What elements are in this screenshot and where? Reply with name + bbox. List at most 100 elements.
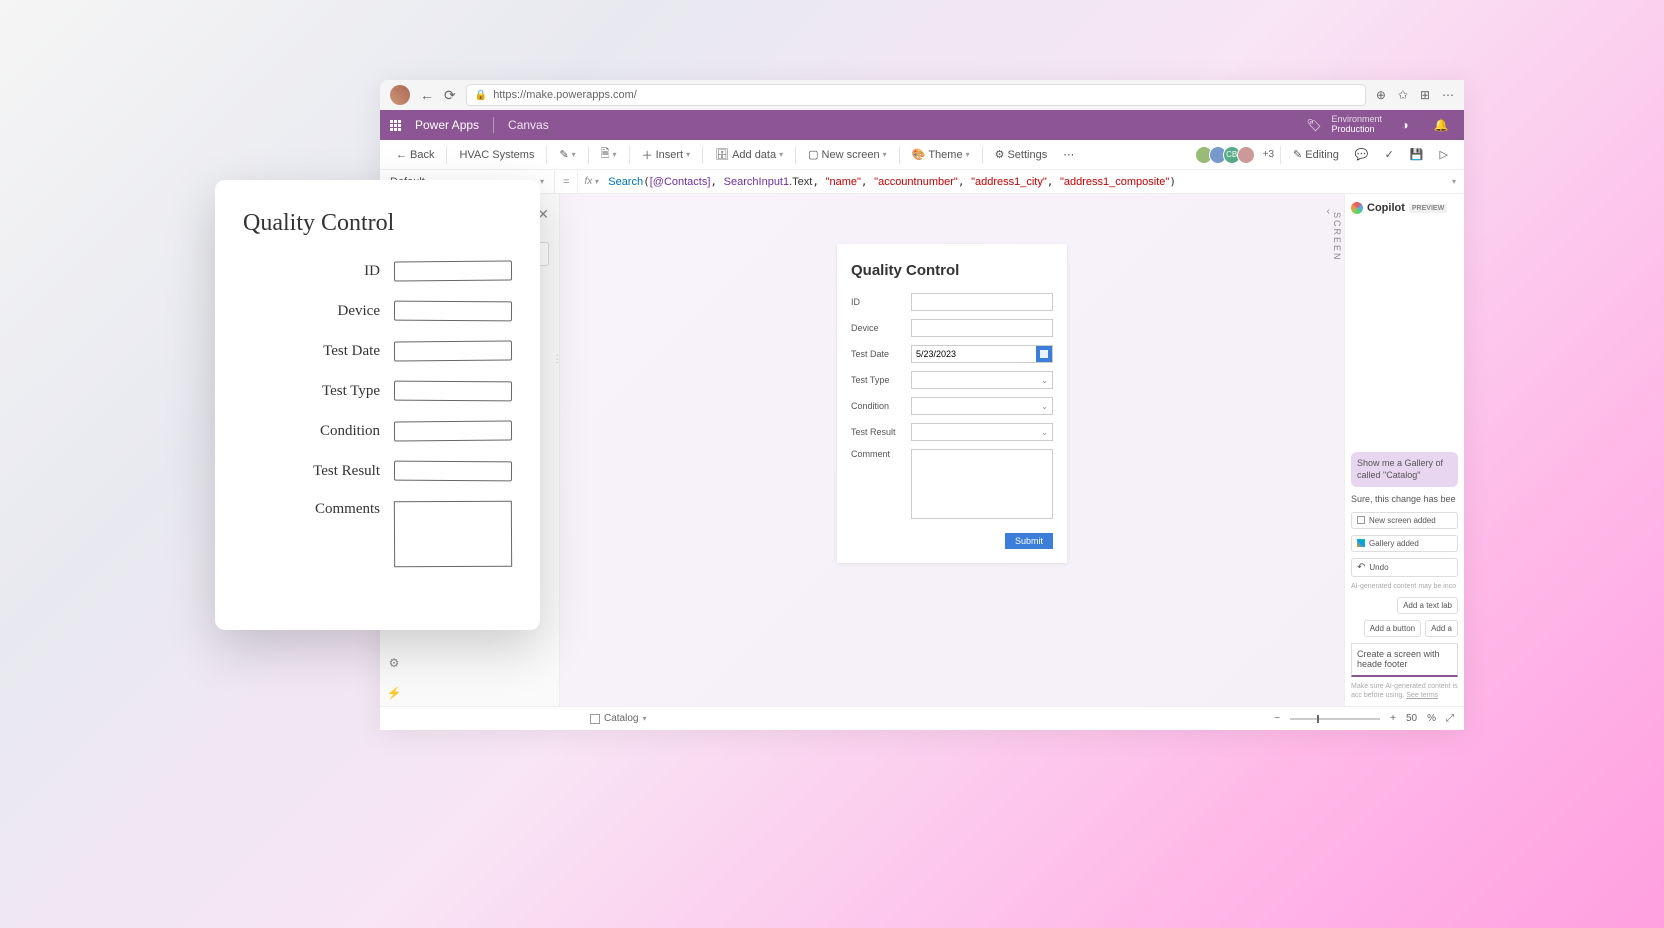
toolbar: ← Back HVAC Systems ✎ ▾ 🗎 ▾ ＋ Insert ▾ 🗄…: [380, 140, 1464, 170]
help-icon[interactable]: ◑: [1392, 112, 1418, 138]
notifications-icon[interactable]: 🔔: [1428, 112, 1454, 138]
env-label: Environment: [1331, 115, 1382, 125]
device-input[interactable]: [911, 319, 1053, 337]
read-aloud-icon[interactable]: ⊕: [1376, 88, 1386, 102]
editing-mode[interactable]: ✎ Editing: [1287, 145, 1345, 164]
test-type-label: Test Type: [851, 375, 903, 385]
browser-refresh-icon[interactable]: ⟳: [444, 87, 456, 104]
url-text: https://make.powerapps.com/: [493, 89, 637, 101]
browser-back-icon[interactable]: ←: [420, 87, 434, 103]
sketch-comments-input: [394, 501, 512, 568]
copilot-title: Copilot: [1367, 202, 1405, 214]
catalog-chevron-icon[interactable]: ▾: [642, 714, 646, 723]
tools-icon[interactable]: ⚡: [387, 686, 402, 700]
status-bar: Catalog ▾ − + 50 % ⤢: [380, 706, 1464, 730]
change-chip-gallery[interactable]: Gallery added: [1351, 535, 1458, 552]
theme-button[interactable]: 🎨 Theme ▾: [906, 145, 976, 164]
collections-icon[interactable]: ⊞: [1420, 88, 1430, 102]
toolbar-more-icon[interactable]: ⋯: [1057, 145, 1080, 164]
undo-chip[interactable]: Undo: [1351, 558, 1458, 577]
comment-label: Comment: [851, 449, 903, 459]
sketch-testdate-input: [394, 340, 512, 361]
submit-button[interactable]: Submit: [1005, 533, 1053, 549]
profile-avatar[interactable]: [390, 85, 410, 105]
sketch-testtype-label: Test Type: [243, 383, 380, 400]
lock-icon: 🔒: [475, 90, 487, 101]
condition-label: Condition: [851, 401, 903, 411]
equals-sign: =: [555, 170, 578, 193]
catalog-label[interactable]: Catalog: [604, 713, 638, 724]
save-icon[interactable]: 💾: [1404, 145, 1430, 164]
suggestion-chip-3[interactable]: Add a: [1425, 620, 1458, 637]
zoom-in-icon[interactable]: +: [1390, 713, 1396, 724]
formula-input[interactable]: Search([@Contacts], SearchInput1.Text, "…: [604, 175, 1444, 188]
change-chip-screen[interactable]: New screen added: [1351, 512, 1458, 529]
condition-select[interactable]: ⌄: [911, 397, 1053, 415]
preview-badge: PREVIEW: [1409, 204, 1447, 213]
page-name: Canvas: [508, 118, 549, 132]
calendar-icon[interactable]: [1036, 346, 1052, 362]
check-icon[interactable]: ✓: [1379, 145, 1400, 164]
browser-more-icon[interactable]: ⋯: [1442, 88, 1454, 102]
sketch-comments-label: Comments: [243, 501, 380, 518]
see-terms-link[interactable]: See terms: [1406, 692, 1438, 699]
zoom-slider[interactable]: [1290, 718, 1380, 720]
edit-pencil-icon[interactable]: ✎ ▾: [553, 145, 581, 164]
sketch-testresult-input: [394, 461, 512, 482]
sketch-device-label: Device: [243, 303, 380, 320]
suggestion-chip-1[interactable]: Add a text lab: [1397, 597, 1458, 614]
formula-bar: Default▾ = fx ▾ Search([@Contacts], Sear…: [380, 170, 1464, 194]
id-label: ID: [851, 297, 903, 307]
suggestion-chip-2[interactable]: Add a button: [1364, 620, 1421, 637]
copilot-user-message: Show me a Gallery of called "Catalog": [1351, 452, 1458, 487]
comment-icon[interactable]: 💬: [1349, 145, 1375, 164]
env-name[interactable]: Production: [1331, 125, 1382, 135]
copilot-input[interactable]: Create a screen with heade footer: [1351, 643, 1458, 677]
settings-button[interactable]: ⚙ Settings: [989, 145, 1054, 164]
collaborator-avatars[interactable]: CB: [1199, 146, 1255, 164]
ai-disclaimer: AI-generated content may be inco: [1351, 583, 1458, 591]
file-icon[interactable]: 🗎 ▾: [595, 142, 623, 167]
settings-gear-icon[interactable]: ⚙: [389, 656, 400, 670]
quality-control-form: Quality Control ID Device Test Date 5/23…: [837, 244, 1067, 563]
design-canvas[interactable]: ‹ SCREEN Quality Control ID Device Test …: [560, 194, 1344, 706]
fit-screen-icon[interactable]: ⤢: [1446, 713, 1454, 724]
formula-expand-icon[interactable]: ▾: [1444, 177, 1464, 186]
zoom-out-icon[interactable]: −: [1274, 713, 1280, 724]
app-launcher-icon[interactable]: [390, 120, 401, 131]
add-data-button[interactable]: 🗄 Add data ▾: [709, 145, 789, 164]
copilot-logo-icon: [1351, 202, 1363, 214]
insert-button[interactable]: ＋ Insert ▾: [636, 144, 697, 166]
project-name[interactable]: HVAC Systems: [453, 146, 540, 164]
environment-icon[interactable]: 🏷: [1306, 118, 1321, 132]
play-icon[interactable]: ▷: [1434, 145, 1454, 164]
id-input[interactable]: [911, 293, 1053, 311]
workspace: ✕ ⋮ ⚙ ⚡ ‹ SCREEN Quality Control ID Devi…: [380, 194, 1464, 706]
device-label: Device: [851, 323, 903, 333]
sketch-card: Quality Control ID Device Test Date Test…: [215, 180, 540, 630]
catalog-checkbox[interactable]: [590, 714, 600, 724]
copilot-footer-note: Make sure AI-generated content is acc be…: [1351, 683, 1458, 700]
comment-textarea[interactable]: [911, 449, 1053, 519]
browser-window: ← ⟳ 🔒 https://make.powerapps.com/ ⊕ ✩ ⊞ …: [380, 80, 1464, 730]
back-button[interactable]: ← Back: [390, 146, 440, 164]
form-title: Quality Control: [851, 262, 1053, 279]
test-result-label: Test Result: [851, 427, 903, 437]
fx-icon[interactable]: fx ▾: [578, 176, 604, 187]
sketch-testtype-input: [394, 381, 512, 402]
sketch-id-label: ID: [243, 263, 380, 280]
copilot-pane: Copilot PREVIEW Show me a Gallery of cal…: [1344, 194, 1464, 706]
more-collaborators[interactable]: +3: [1263, 149, 1274, 160]
app-name: Power Apps: [415, 118, 479, 132]
new-screen-button[interactable]: ▢ New screen ▾: [802, 145, 893, 164]
url-bar[interactable]: 🔒 https://make.powerapps.com/: [466, 84, 1366, 106]
test-date-input[interactable]: 5/23/2023: [911, 345, 1053, 363]
zoom-value: 50: [1406, 713, 1417, 724]
test-type-select[interactable]: ⌄: [911, 371, 1053, 389]
sketch-device-input: [394, 301, 512, 322]
copilot-ai-message: Sure, this change has bee: [1351, 493, 1458, 506]
screen-tab-label[interactable]: SCREEN: [1330, 206, 1344, 268]
sketch-testresult-label: Test Result: [243, 463, 380, 480]
test-result-select[interactable]: ⌄: [911, 423, 1053, 441]
favorite-icon[interactable]: ✩: [1398, 88, 1408, 102]
